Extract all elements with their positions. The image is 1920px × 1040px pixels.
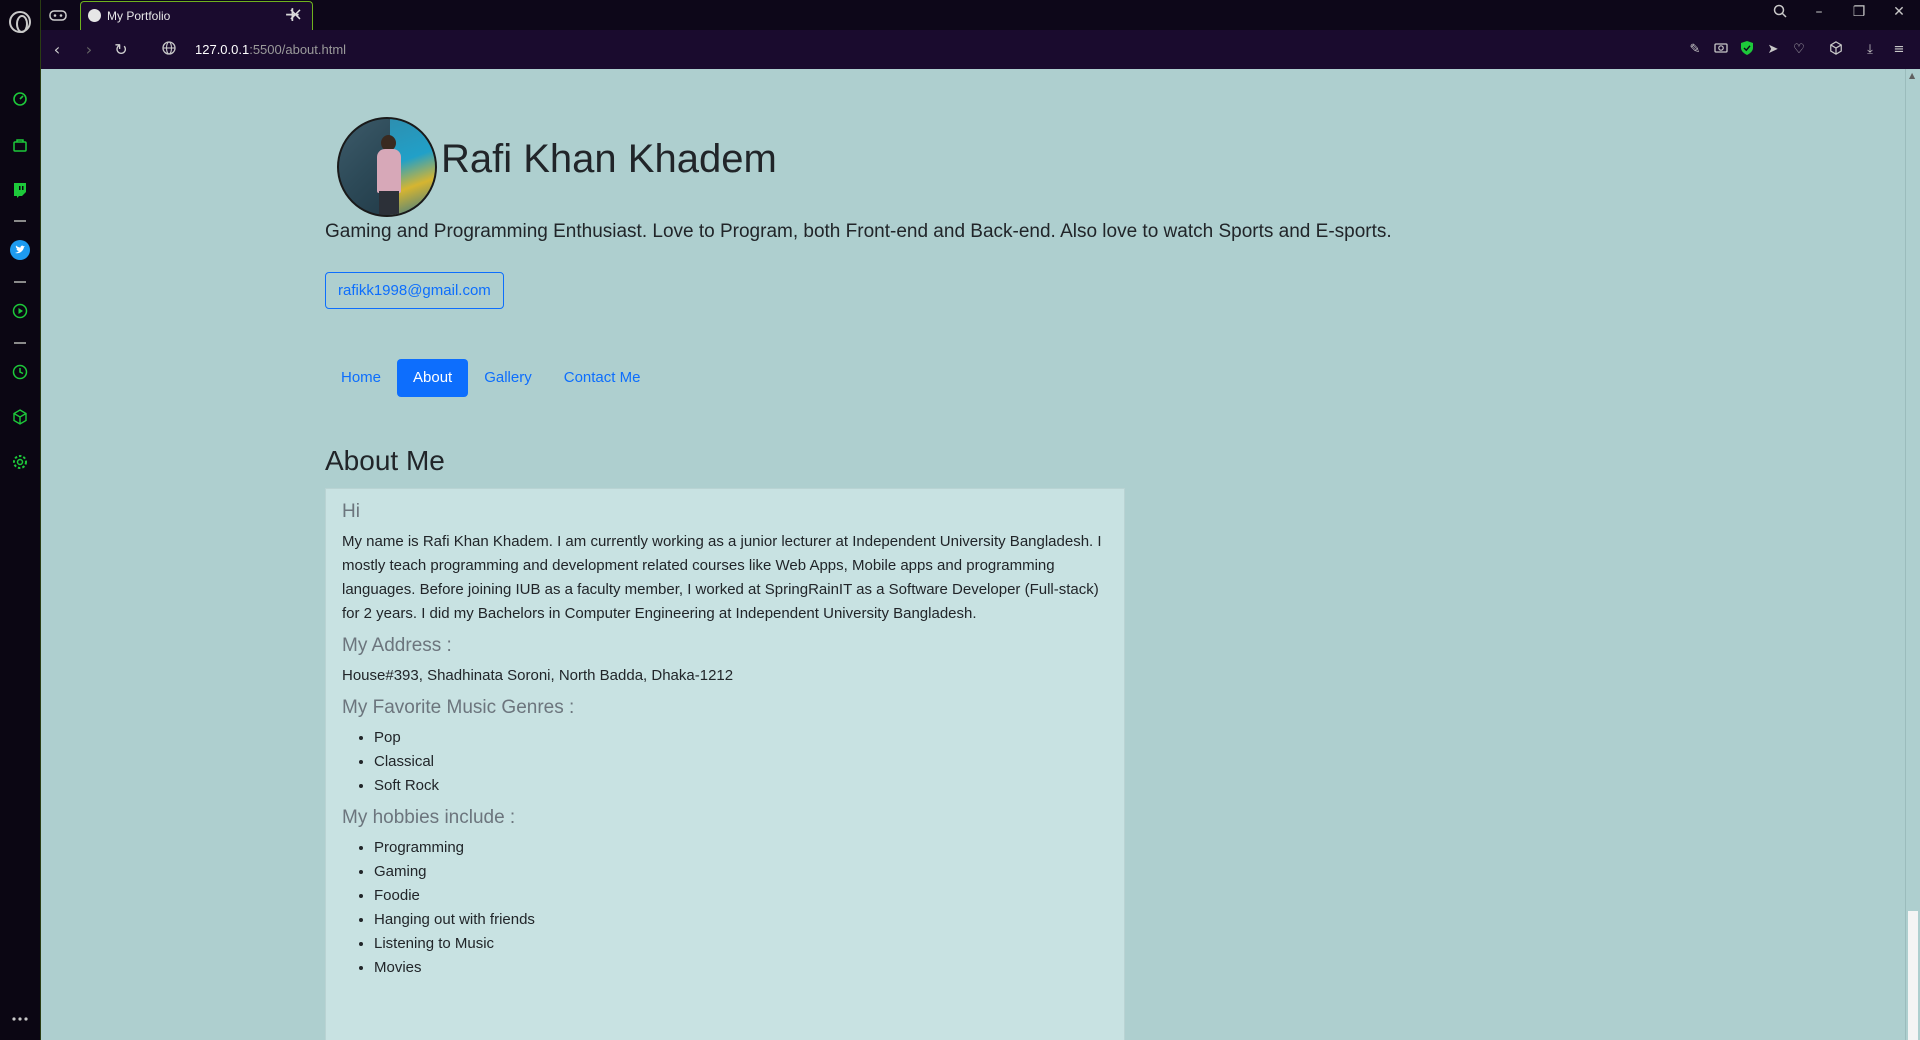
address-heading: My Address : <box>342 635 452 656</box>
send-icon[interactable]: ➤ <box>1764 41 1782 59</box>
nav-contact-me[interactable]: Contact Me <box>548 359 657 397</box>
sidebar-divider <box>14 220 26 222</box>
menu-icon[interactable]: ≡ <box>1890 41 1908 59</box>
more-icon[interactable] <box>10 1009 30 1029</box>
list-item: Foodie <box>374 884 1108 908</box>
list-item: Movies <box>374 956 1108 980</box>
list-item: Soft Rock <box>374 774 1108 798</box>
restore-icon[interactable]: ❐ <box>1849 4 1869 24</box>
forward-icon[interactable]: › <box>79 40 99 60</box>
settings-icon[interactable] <box>10 452 30 472</box>
new-tab-button[interactable]: + <box>284 2 301 26</box>
minimize-icon[interactable]: – <box>1809 4 1829 24</box>
game-controller-icon[interactable] <box>49 7 67 23</box>
list-item: Pop <box>374 726 1108 750</box>
about-card: Hi My name is Rafi Khan Khadem. I am cur… <box>325 488 1125 1040</box>
search-icon[interactable] <box>1770 4 1790 24</box>
url-path: :5500/about.html <box>249 42 347 57</box>
section-title: About Me <box>325 445 445 476</box>
profile-photo <box>337 117 437 217</box>
player-icon[interactable] <box>10 301 30 321</box>
photo-person-shirt <box>377 149 401 193</box>
twitter-icon[interactable] <box>10 240 30 260</box>
hobbies-heading: My hobbies include : <box>342 807 516 828</box>
reload-icon[interactable]: ↻ <box>111 40 131 60</box>
hobbies-list: Programming Gaming Foodie Hanging out wi… <box>374 836 1108 980</box>
heart-icon[interactable]: ♡ <box>1790 41 1808 59</box>
globe-icon <box>88 9 101 22</box>
camera-icon[interactable] <box>1712 41 1730 59</box>
site-info-globe-icon[interactable] <box>159 40 179 60</box>
twitch-icon[interactable] <box>10 180 30 200</box>
music-list: Pop Classical Soft Rock <box>374 726 1108 798</box>
nav-gallery[interactable]: Gallery <box>468 359 548 397</box>
close-window-icon[interactable]: ✕ <box>1889 4 1909 24</box>
browser-sidebar <box>0 0 41 1040</box>
tab-my-portfolio[interactable]: My Portfolio × <box>80 1 313 30</box>
url-field[interactable]: 127.0.0.1:5500/about.html <box>195 42 346 57</box>
photo-person-pants <box>379 191 399 215</box>
list-item: Hanging out with friends <box>374 908 1108 932</box>
nav-home[interactable]: Home <box>325 359 397 397</box>
list-item: Classical <box>374 750 1108 774</box>
address-text: House#393, Shadhinata Soroni, North Badd… <box>342 667 734 684</box>
history-icon[interactable] <box>10 362 30 382</box>
sidebar-divider <box>14 281 26 283</box>
speed-dial-icon[interactable] <box>10 89 30 109</box>
tab-bar: My Portfolio × + – ❐ ✕ <box>41 0 1920 30</box>
music-heading: My Favorite Music Genres : <box>342 697 575 718</box>
edit-icon[interactable]: ✎ <box>1686 41 1704 59</box>
scroll-up-icon[interactable]: ▲ <box>1909 71 1915 80</box>
shield-icon[interactable] <box>1738 41 1756 59</box>
extensions-icon[interactable] <box>10 407 30 427</box>
list-item: Listening to Music <box>374 932 1108 956</box>
url-host: 127.0.0.1 <box>195 42 250 57</box>
greeting-heading: Hi <box>342 501 360 522</box>
tagline: Gaming and Programming Enthusiast. Love … <box>325 221 1392 242</box>
page-viewport: Rafi Khan Khadem Gaming and Programming … <box>41 69 1905 1040</box>
nav-about[interactable]: About <box>397 359 469 397</box>
sidebar-divider <box>14 342 26 344</box>
box-icon[interactable] <box>1827 41 1845 59</box>
nav-pills: Home About Gallery Contact Me <box>325 359 656 397</box>
download-icon[interactable]: ⤓ <box>1861 41 1879 59</box>
list-item: Programming <box>374 836 1108 860</box>
tab-title: My Portfolio <box>107 9 171 23</box>
scrollbar-thumb[interactable] <box>1908 911 1918 1040</box>
opera-logo-icon[interactable] <box>9 11 31 33</box>
bio-text: My name is Rafi Khan Khadem. I am curren… <box>342 533 1102 622</box>
shopping-bag-icon[interactable] <box>10 135 30 155</box>
list-item: Gaming <box>374 860 1108 884</box>
back-icon[interactable]: ‹ <box>47 40 67 60</box>
page-scrollbar[interactable]: ▲ <box>1905 69 1920 1040</box>
email-button[interactable]: rafikk1998@gmail.com <box>325 272 504 309</box>
profile-name: Rafi Khan Khadem <box>441 137 777 181</box>
address-bar: ‹ › ↻ 127.0.0.1:5500/about.html ✎ ➤ ♡ ⤓ … <box>41 30 1920 69</box>
